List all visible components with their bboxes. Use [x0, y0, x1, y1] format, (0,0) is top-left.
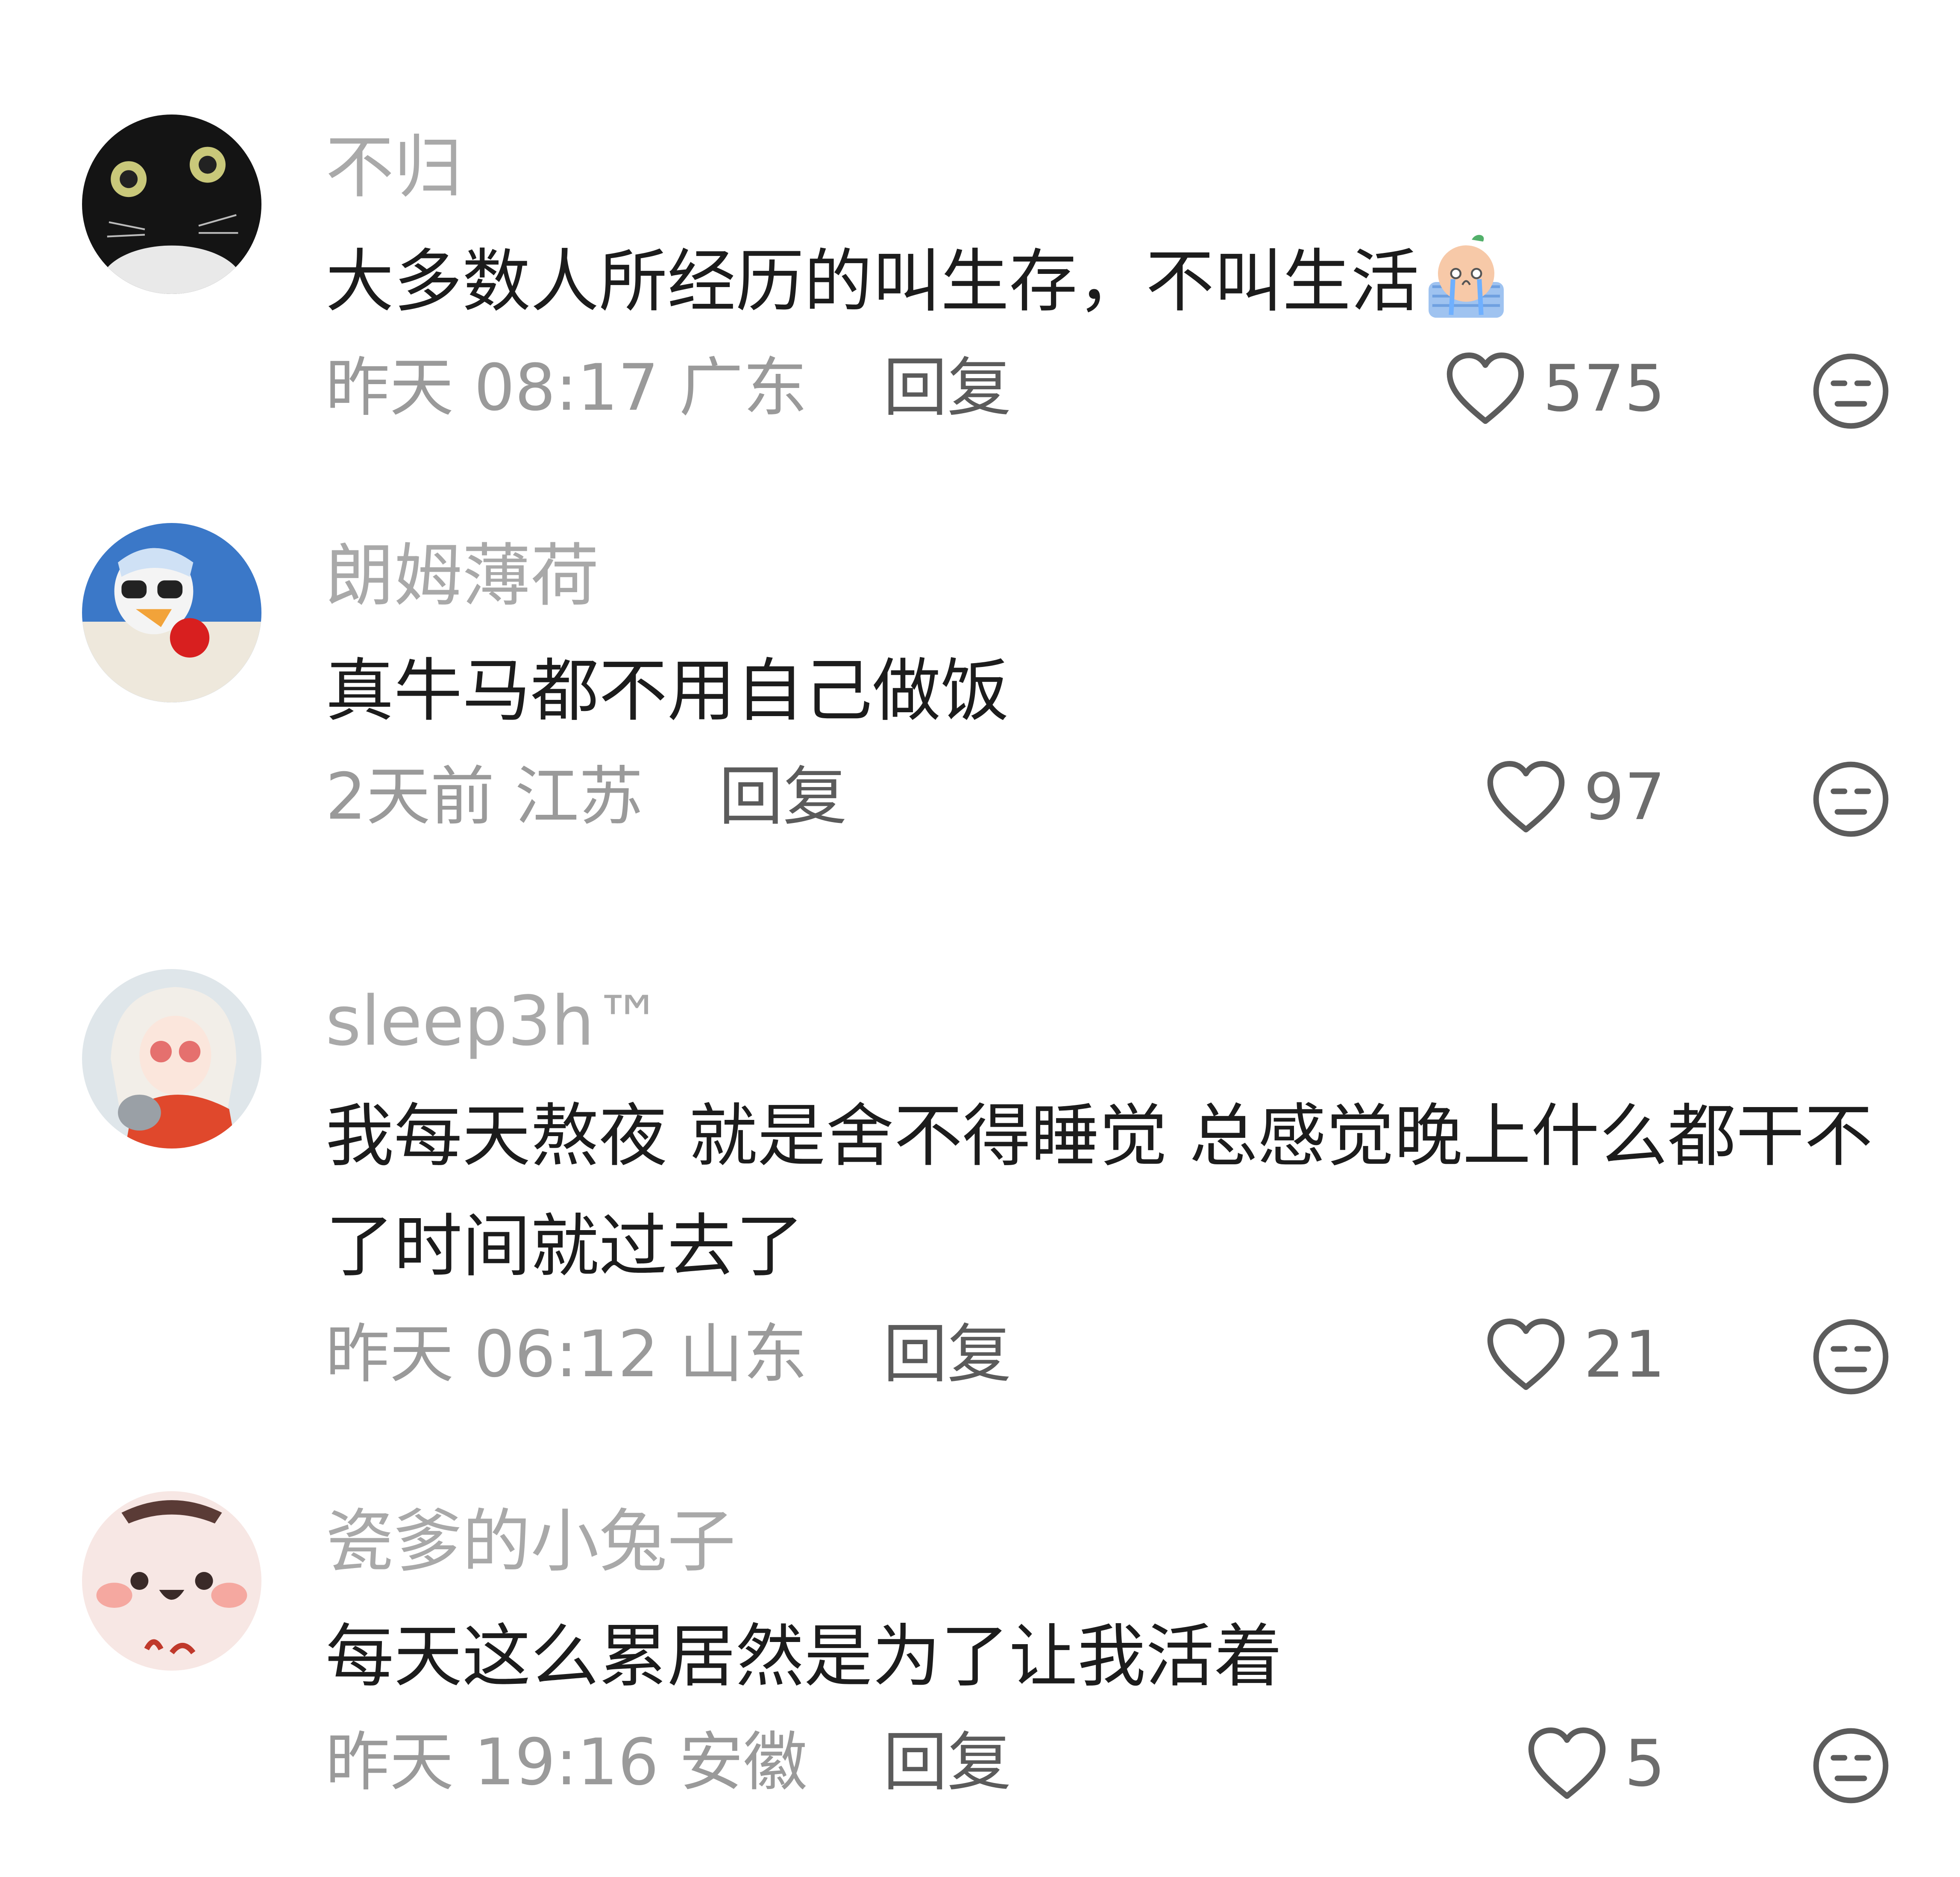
comment-location: 广东 [679, 351, 807, 425]
unamused-face-icon [1813, 353, 1889, 429]
like-button[interactable]: 575 [1445, 351, 1665, 426]
avatar-black-cat-image [82, 115, 261, 294]
crying-emoji-icon [1419, 230, 1513, 324]
like-button[interactable]: 5 [1526, 1726, 1665, 1801]
comment-time: 昨天 08:17 [326, 351, 659, 425]
like-count: 575 [1543, 351, 1665, 426]
comment-meta: 2天前 江苏 回复 [326, 765, 847, 829]
avatar[interactable] [82, 969, 261, 1149]
comment-location: 江苏 [515, 760, 643, 834]
comment-text: 每天这么累居然是为了让我活着 [326, 1616, 1283, 1696]
heart-outline-icon [1485, 1317, 1567, 1392]
comment-text: 真牛马都不用自己做饭 [326, 651, 1009, 731]
comment-meta: 昨天 06:12 山东 回复 [326, 1322, 1011, 1386]
like-count: 21 [1584, 1317, 1665, 1392]
comment-time: 昨天 06:12 [326, 1317, 659, 1392]
comment-username[interactable]: 不归 [326, 133, 462, 202]
avatar-anime-girl-image [82, 969, 261, 1149]
reply-button[interactable]: 回复 [883, 351, 1011, 425]
avatar[interactable] [82, 115, 261, 294]
avatar-pink-blob-image [82, 1491, 261, 1671]
comment-text: 我每天熬夜 就是舍不得睡觉 总感觉晚上什么都干不了时间就过去了 [326, 1096, 1873, 1286]
like-count: 5 [1624, 1726, 1665, 1801]
comment-meta: 昨天 19:16 安徽 回复 [326, 1730, 1011, 1795]
comment-username[interactable]: 瓷爹的小兔子 [326, 1507, 736, 1576]
comment-username[interactable]: sleep3h™ [326, 987, 663, 1055]
like-count: 97 [1584, 760, 1665, 834]
comment-location: 安徽 [679, 1725, 807, 1800]
dislike-button[interactable] [1811, 1317, 1890, 1396]
like-button[interactable]: 97 [1485, 760, 1665, 834]
comment-meta: 昨天 08:17 广东 回复 [326, 356, 1011, 420]
comment-time: 昨天 19:16 [326, 1725, 659, 1800]
dislike-button[interactable] [1811, 1726, 1890, 1805]
avatar-duck-sunglasses-image [82, 523, 261, 702]
reply-button[interactable]: 回复 [883, 1725, 1011, 1800]
comment-text: 大多数人所经历的叫生存，不叫生活 [326, 226, 1898, 337]
comment-text-body: 大多数人所经历的叫生存，不叫生活 [326, 241, 1420, 321]
comment-username[interactable]: 朗姆薄荷 [326, 542, 599, 610]
avatar[interactable] [82, 1491, 261, 1671]
unamused-face-icon [1813, 1319, 1889, 1395]
comment-time: 2天前 [326, 760, 495, 834]
reply-button[interactable]: 回复 [883, 1317, 1011, 1392]
unamused-face-icon [1813, 1728, 1889, 1804]
heart-outline-icon [1485, 760, 1567, 834]
dislike-button[interactable] [1811, 352, 1890, 431]
heart-outline-icon [1445, 351, 1526, 426]
like-button[interactable]: 21 [1485, 1317, 1665, 1392]
avatar[interactable] [82, 523, 261, 702]
heart-outline-icon [1526, 1726, 1608, 1801]
dislike-button[interactable] [1811, 760, 1890, 839]
reply-button[interactable]: 回复 [719, 760, 847, 834]
unamused-face-icon [1813, 761, 1889, 837]
comment-location: 山东 [679, 1317, 807, 1392]
